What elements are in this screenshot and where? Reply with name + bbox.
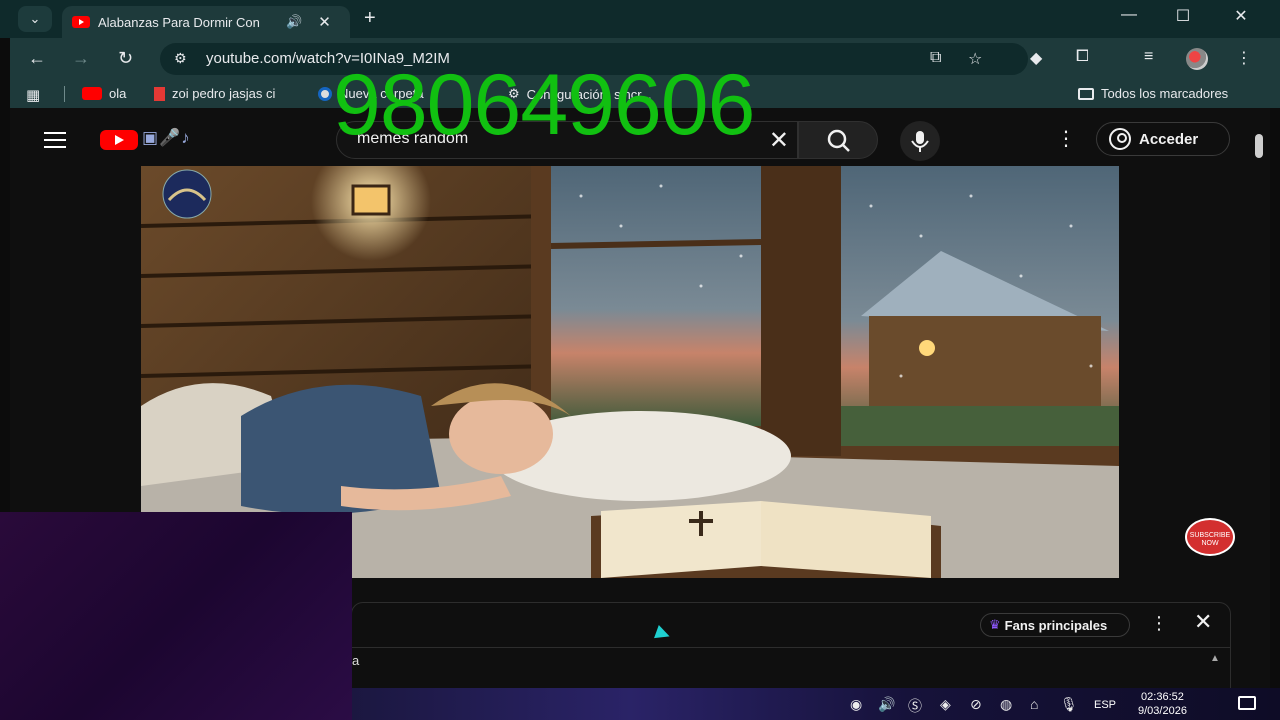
discord-tray-icon[interactable]: ◉ <box>850 696 862 713</box>
app-tray-icon[interactable]: ⊘ <box>970 696 982 713</box>
taskbar-clock[interactable]: 02:36:52 9/03/2026 <box>1138 690 1187 718</box>
microphone-tray-icon[interactable]: 🎙 <box>1060 696 1078 713</box>
youtube-favicon-icon <box>72 16 90 28</box>
clock-time: 02:36:52 <box>1141 691 1184 703</box>
browser-menu-icon[interactable]: ⋮ <box>1236 48 1252 68</box>
youtube-bookmark-icon <box>82 87 102 100</box>
maximize-icon[interactable]: ☐ <box>1170 6 1196 26</box>
chat-options-icon[interactable]: ⋮ <box>1150 613 1168 634</box>
network-tray-icon[interactable]: ⌂ <box>1030 696 1038 712</box>
microphone-icon <box>911 131 929 152</box>
tab-search-button[interactable]: ⌄ <box>18 6 52 32</box>
nvidia-tray-icon[interactable]: ◈ <box>940 696 951 713</box>
bookmark-item[interactable]: ola <box>82 86 126 101</box>
bookmark-favicon-icon <box>154 86 165 101</box>
chat-close-icon[interactable]: ✕ <box>1194 609 1212 635</box>
clock-date: 9/03/2026 <box>1138 705 1187 717</box>
search-button[interactable] <box>798 121 878 159</box>
notifications-icon[interactable] <box>1238 696 1256 710</box>
chat-divider <box>352 647 1230 648</box>
bookmark-label: zoi pedro jasjas ci <box>172 86 276 101</box>
subscribe-badge[interactable]: SUBSCRIBE NOW <box>1185 518 1235 556</box>
new-tab-button[interactable]: + <box>364 7 376 30</box>
bookmark-item[interactable]: zoi pedro jasjas ci <box>154 86 275 101</box>
tab-title: Alabanzas Para Dormir Con <box>98 14 260 30</box>
volume-tray-icon[interactable]: 🔊 <box>878 696 895 713</box>
apps-grid-icon[interactable]: ▦ <box>26 86 40 104</box>
sign-in-label: Acceder <box>1139 130 1199 148</box>
input-language-indicator[interactable]: ESP <box>1094 699 1116 711</box>
sign-in-button[interactable]: Acceder <box>1096 122 1230 156</box>
bookmark-star-icon[interactable]: ☆ <box>968 49 982 69</box>
folder-icon <box>1078 87 1094 100</box>
search-icon <box>827 129 850 152</box>
page-scrollbar[interactable] <box>1255 134 1263 158</box>
screen: ⌄ Alabanzas Para Dormir Con 🔊 ✕ + — ☐ ✕ … <box>0 0 1280 720</box>
bookmarks-separator <box>64 86 65 102</box>
crown-icon: ♛ <box>989 617 1001 632</box>
window-close-icon[interactable]: ✕ <box>1228 6 1254 26</box>
back-arrow-icon[interactable]: ← <box>28 48 46 69</box>
bookmark-favicon-icon <box>318 86 332 101</box>
clear-search-icon[interactable]: ✕ <box>769 126 789 155</box>
install-app-icon[interactable]: ⧉ <box>930 49 941 67</box>
bookmark-label: ola <box>109 86 127 101</box>
all-bookmarks-button[interactable]: Todos los marcadores <box>1078 86 1228 101</box>
steam-tray-icon[interactable]: ◍ <box>1000 696 1012 713</box>
browser-tab-active[interactable]: Alabanzas Para Dormir Con 🔊 ✕ <box>62 6 350 38</box>
chat-message-text: a <box>352 653 360 668</box>
media-controls-icon[interactable]: ≡ <box>1144 48 1153 66</box>
reload-icon[interactable]: ↻ <box>118 48 133 69</box>
browser-tabstrip: ⌄ Alabanzas Para Dormir Con 🔊 ✕ + — ☐ ✕ <box>0 0 1280 38</box>
all-bookmarks-label: Todos los marcadores <box>1101 86 1229 101</box>
profile-avatar-icon[interactable] <box>1186 48 1208 70</box>
forward-arrow-icon[interactable]: → <box>72 48 90 69</box>
top-fans-button[interactable]: ♛ Fans principales <box>980 613 1130 637</box>
extensions-icon[interactable]: ⧠ <box>1076 48 1089 66</box>
speaker-icon[interactable]: 🔊 <box>286 14 302 30</box>
skype-tray-icon[interactable]: Ⓢ <box>908 696 922 716</box>
chat-scroll-up-icon[interactable]: ▲ <box>1210 653 1220 664</box>
voice-search-button[interactable] <box>900 121 940 161</box>
tab-close-icon[interactable]: ✕ <box>318 13 331 31</box>
webcam-overlay-box <box>0 512 352 720</box>
overlay-number-text: 980649606 <box>333 57 755 153</box>
hamburger-menu-icon[interactable] <box>44 132 66 148</box>
youtube-doodle-icon[interactable]: ▣🎤♪ <box>142 128 191 148</box>
settings-kebab-icon[interactable]: ⋮ <box>1056 126 1076 151</box>
account-circle-icon <box>1109 128 1131 150</box>
youtube-logo[interactable] <box>100 130 138 150</box>
extension-puzzle-alt-icon[interactable]: ◆ <box>1030 48 1042 68</box>
windows-taskbar: ◉ 🔊 Ⓢ ◈ ⊘ ◍ ⌂ 🎙 ESP 02:36:52 9/03/2026 <box>352 688 1280 720</box>
chevron-down-icon: ⌄ <box>29 11 41 26</box>
live-chat-panel: ♛ Fans principales ⋮ ✕ a ▲ <box>351 602 1231 692</box>
minimize-icon[interactable]: — <box>1116 6 1142 24</box>
top-fans-label: Fans principales <box>1004 617 1108 633</box>
site-info-icon[interactable]: ⚙ <box>174 50 187 67</box>
